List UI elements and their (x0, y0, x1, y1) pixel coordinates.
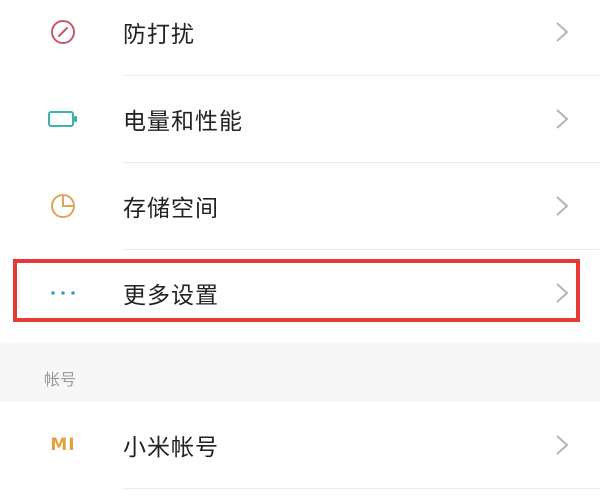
settings-row-do-not-disturb[interactable]: 防打扰 (0, 0, 600, 75)
do-not-disturb-icon (46, 15, 80, 49)
settings-row-label: 更多设置 (123, 283, 219, 309)
settings-row-battery[interactable]: 电量和性能 (0, 76, 600, 162)
section-gap (0, 343, 600, 409)
chevron-right-icon (556, 22, 569, 42)
chevron-right-icon (556, 196, 569, 216)
battery-icon (46, 102, 80, 136)
settings-row-label: 电量和性能 (123, 109, 243, 135)
account-section-header: 帐号 (44, 370, 77, 389)
settings-row-label: 小米帐号 (123, 435, 219, 461)
settings-screen: 防打扰 电量和性能 存储空间 更多设置 帐号 MI 小米帐号 (0, 0, 600, 503)
chevron-right-icon (556, 435, 569, 455)
settings-row-more[interactable]: 更多设置 (0, 250, 600, 336)
more-dots-icon (46, 276, 80, 310)
row-divider (122, 488, 600, 489)
chevron-right-icon (556, 283, 569, 303)
settings-row-label: 防打扰 (123, 22, 195, 48)
mi-logo-text: MI (50, 435, 76, 455)
chevron-right-icon (556, 109, 569, 129)
settings-row-label: 存储空间 (123, 196, 219, 222)
storage-pie-icon (46, 189, 80, 223)
settings-row-mi-account[interactable]: MI 小米帐号 (0, 402, 600, 488)
settings-row-storage[interactable]: 存储空间 (0, 163, 600, 249)
mi-logo-icon: MI (46, 428, 80, 462)
